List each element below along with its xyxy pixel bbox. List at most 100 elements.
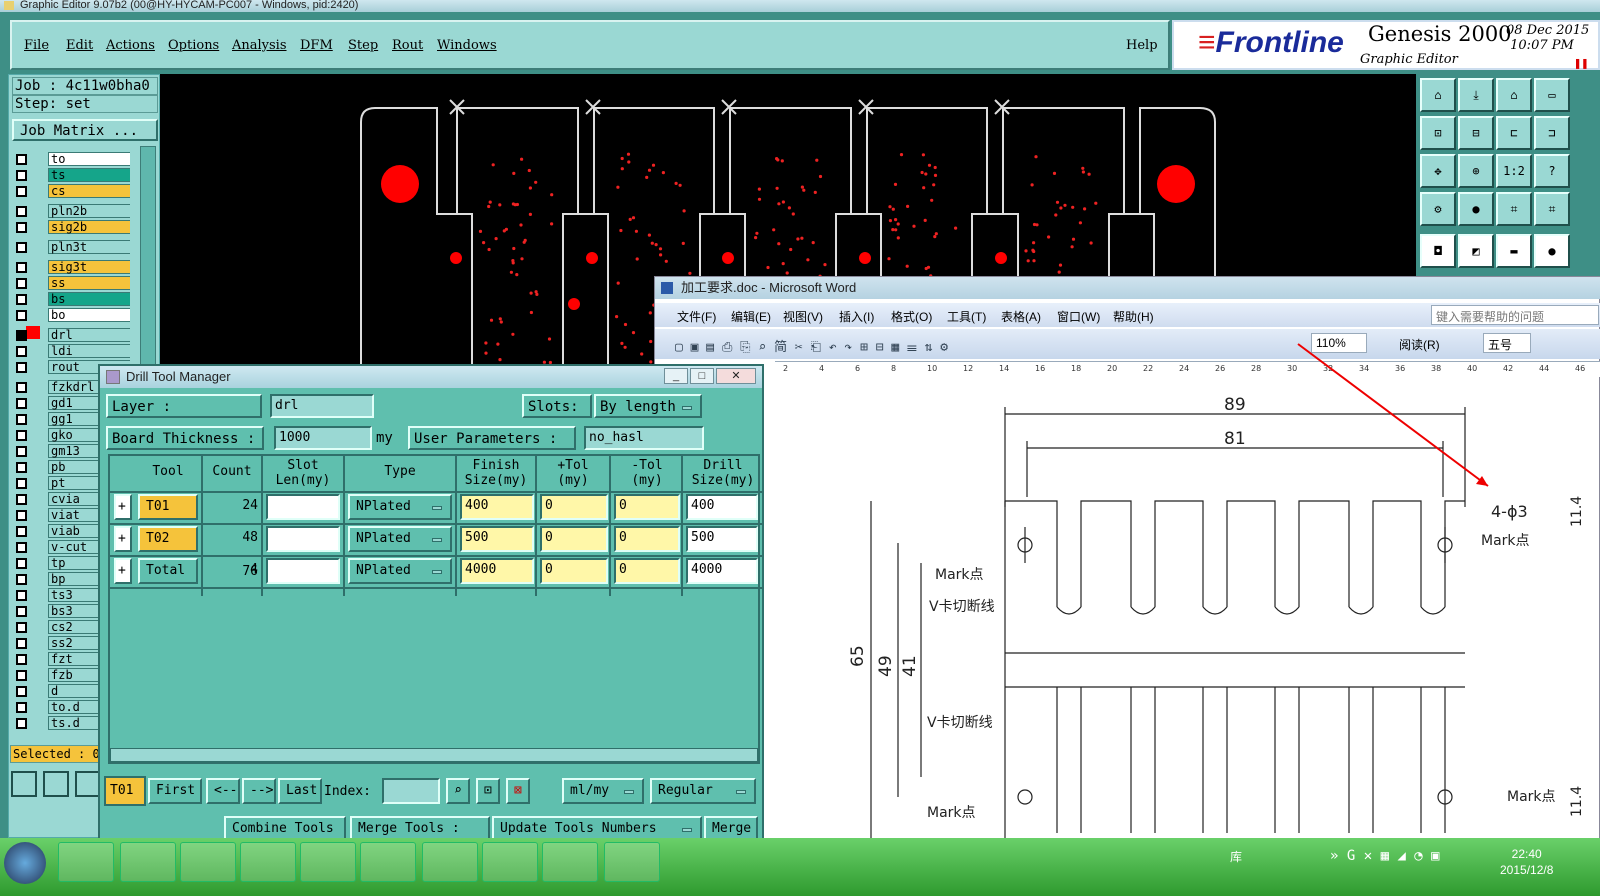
layer-name[interactable]: sig3t — [48, 260, 130, 274]
board-thickness-input[interactable]: 1000 — [274, 426, 372, 450]
layer-checkbox[interactable] — [16, 702, 27, 713]
menu-help[interactable]: Help — [1126, 38, 1158, 53]
tray-library[interactable]: 库 — [1230, 848, 1242, 865]
layer-name[interactable]: bo — [48, 308, 130, 322]
layer-checkbox[interactable] — [16, 170, 27, 181]
table-hscrollbar[interactable] — [110, 748, 758, 762]
layer-name[interactable]: to — [48, 152, 130, 166]
layer-checkbox[interactable] — [16, 446, 27, 457]
net2-icon[interactable]: ⌗ — [1534, 192, 1570, 226]
menu-analysis[interactable]: Analysis — [232, 38, 287, 53]
layer-checkbox[interactable] — [16, 686, 27, 697]
taskbar-app-p[interactable] — [422, 842, 478, 882]
type-select[interactable]: NPlated — [348, 526, 452, 552]
layer-row-sig3t[interactable]: sig3t — [12, 260, 130, 275]
house-icon[interactable]: ⌂ — [1496, 78, 1532, 112]
net-icon[interactable]: ⌗ — [1496, 192, 1532, 226]
layer-checkbox[interactable] — [16, 478, 27, 489]
minus-tol-input[interactable]: 0 — [614, 558, 680, 584]
layer-checkbox[interactable] — [16, 362, 27, 373]
window-icon[interactable]: ▭ — [1534, 78, 1570, 112]
layer-checkbox[interactable] — [16, 262, 27, 273]
layer-input[interactable]: drl — [270, 394, 374, 418]
layer-checkbox[interactable] — [16, 242, 27, 253]
layer-name[interactable]: drl — [48, 328, 130, 342]
taskbar-app-eye[interactable] — [240, 842, 296, 882]
layer-checkbox[interactable] — [16, 494, 27, 505]
taskbar-app-genesis[interactable] — [604, 842, 660, 882]
finish-size-input[interactable]: 400 — [460, 494, 534, 520]
home-icon[interactable]: ⌂ — [1420, 78, 1456, 112]
menu-edit[interactable]: Edit — [66, 38, 93, 53]
plus-tol-input[interactable]: 0 — [540, 526, 608, 552]
save-icon[interactable]: ⤓ — [1458, 78, 1494, 112]
settings-icon[interactable]: ⚙ — [1420, 192, 1456, 226]
finish-size-input[interactable]: 500 — [460, 526, 534, 552]
prev-button[interactable]: <-- — [206, 778, 240, 804]
layer-row-sig2b[interactable]: sig2b — [12, 220, 130, 235]
dot-icon[interactable]: ● — [1534, 234, 1570, 268]
layer-row-ldi[interactable]: ldi — [12, 344, 130, 359]
minus-tol-input[interactable]: 0 — [614, 494, 680, 520]
clock[interactable]: 22:40 2015/12/8 — [1500, 846, 1553, 878]
taskbar-app-g[interactable] — [58, 842, 114, 882]
layer-row-bs[interactable]: bs — [12, 292, 130, 307]
layer-checkbox[interactable] — [16, 622, 27, 633]
help-icon[interactable]: ? — [1534, 154, 1570, 188]
apply-icon[interactable]: ⊡ — [476, 778, 500, 804]
taskbar-app-excel[interactable] — [542, 842, 598, 882]
layer-name[interactable]: ss — [48, 276, 130, 290]
layer-row-bo[interactable]: bo — [12, 308, 130, 323]
panel-measure-icon[interactable] — [43, 771, 69, 797]
slot-len-input[interactable] — [266, 494, 340, 520]
type-select[interactable]: NPlated — [348, 558, 452, 584]
menu-rout[interactable]: Rout — [392, 38, 423, 53]
finish-size-input[interactable]: 4000 — [460, 558, 534, 584]
zoom-area-icon[interactable]: ⊏ — [1496, 116, 1532, 150]
mode-select[interactable]: Regular — [650, 778, 756, 804]
search-icon[interactable]: ⌕ — [446, 778, 470, 804]
expand-icon[interactable]: + — [114, 494, 132, 520]
word-menu-table[interactable]: 表格(A) — [1001, 308, 1041, 325]
drill-size-input[interactable]: 4000 — [686, 558, 758, 584]
layer-checkbox[interactable] — [16, 590, 27, 601]
layer-name[interactable]: pln2b — [48, 204, 130, 218]
zoom-out-icon[interactable]: ⊟ — [1458, 116, 1494, 150]
camera-icon[interactable]: ◘ — [1420, 234, 1456, 268]
layer-name[interactable]: ts — [48, 168, 130, 182]
drill-size-input[interactable]: 400 — [686, 494, 758, 520]
layer-checkbox[interactable] — [16, 542, 27, 553]
layer-name[interactable]: cs — [48, 184, 130, 198]
taskbar-app-save[interactable] — [180, 842, 236, 882]
layer-checkbox[interactable] — [16, 670, 27, 681]
word-menu-help[interactable]: 帮助(H) — [1113, 308, 1154, 325]
fit-icon[interactable]: ✥ — [1420, 154, 1456, 188]
layer-row-drl[interactable]: drl — [12, 326, 130, 343]
layer-name[interactable]: sig2b — [48, 220, 130, 234]
toolbar-icons[interactable]: ▢ ▣ ▤ ⎙ ⎘ ⌕ 简 ✂ ⎗ ↶ ↷ ⊞ ⊟ ▦ ☰ ⇅ ⚙ — [675, 336, 948, 355]
ruler-icon[interactable]: ▬ — [1496, 234, 1532, 268]
menu-file[interactable]: File — [24, 38, 49, 53]
slot-len-input[interactable] — [266, 558, 340, 584]
expand-icon[interactable]: + — [114, 526, 132, 552]
layer-checkbox[interactable] — [16, 294, 27, 305]
layer-row-ts[interactable]: ts — [12, 168, 130, 183]
layer-checkbox[interactable] — [16, 154, 27, 165]
next-button[interactable]: --> — [242, 778, 276, 804]
start-button[interactable] — [4, 842, 46, 884]
plus-tol-input[interactable]: 0 — [540, 494, 608, 520]
menu-actions[interactable]: Actions — [106, 38, 155, 53]
layer-row-to[interactable]: to — [12, 152, 130, 167]
index-input[interactable] — [382, 778, 440, 804]
drill-size-input[interactable]: 500 — [686, 526, 758, 552]
layer-row-ss[interactable]: ss — [12, 276, 130, 291]
layer-checkbox[interactable] — [16, 606, 27, 617]
center-icon[interactable]: ⊕ — [1458, 154, 1494, 188]
menu-dfm[interactable]: DFM — [300, 38, 333, 53]
minimize-button[interactable]: _ — [664, 368, 688, 384]
last-button[interactable]: Last — [278, 778, 322, 804]
layer-checkbox[interactable] — [16, 206, 27, 217]
unit-select[interactable]: ml/my — [562, 778, 644, 804]
tray-icons[interactable]: » G ✕ ▦ ◢ ◔ ▣ — [1330, 848, 1440, 864]
layer-checkbox[interactable] — [16, 574, 27, 585]
